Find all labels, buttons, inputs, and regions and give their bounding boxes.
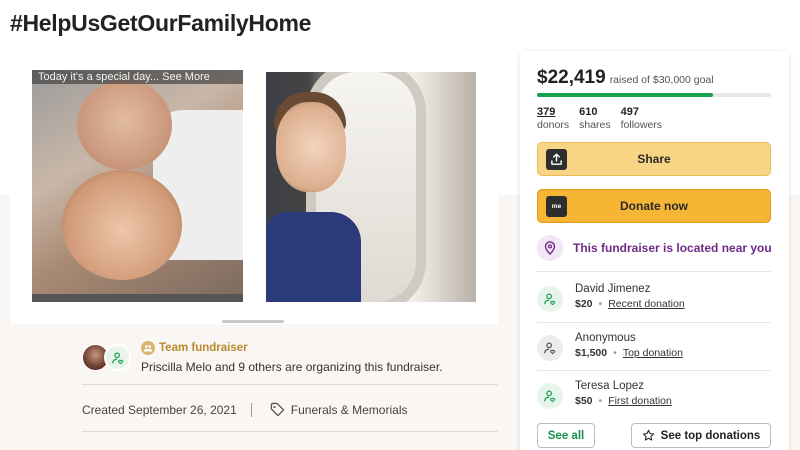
amount-raised: $22,419 raised of $30,000 goal (537, 67, 714, 89)
donation-amount: $20 (575, 298, 593, 310)
progress-fill (537, 93, 713, 97)
meta-separator (250, 402, 252, 417)
photo-child-head-shape (276, 102, 346, 192)
donor-name: David Jimenez (575, 283, 651, 295)
donation-item: Anonymous $1,500 • Top donation (537, 332, 683, 361)
see-top-donations-button[interactable]: See top donations (631, 423, 771, 448)
created-date: Created September 26, 2021 (82, 402, 237, 417)
stat-shares: 610 shares (579, 106, 611, 131)
photo-bottom-bar (32, 294, 243, 302)
category-link[interactable]: Funerals & Memorials (291, 403, 408, 417)
team-icon (141, 341, 155, 355)
goal-text: raised of $30,000 goal (609, 74, 714, 86)
gofundme-icon: me (546, 196, 567, 217)
separator-dot: • (598, 395, 603, 407)
see-top-donations-label: See top donations (660, 429, 761, 442)
donation-type-link[interactable]: Recent donation (608, 298, 684, 310)
donation-sidebar: $22,419 raised of $30,000 goal 379 donor… (520, 51, 789, 450)
organizers-summary: Priscilla Melo and 9 others are organizi… (141, 360, 443, 374)
donation-amount: $50 (575, 395, 593, 407)
team-fundraiser-text: Team fundraiser (159, 342, 248, 354)
donation-type-link[interactable]: Top donation (623, 347, 683, 359)
donation-type-link[interactable]: First donation (608, 395, 672, 407)
separator-dot: • (613, 347, 617, 359)
person-heart-icon (111, 351, 123, 364)
stat-label: donors (537, 119, 570, 131)
donor-name: Teresa Lopez (575, 380, 645, 392)
donor-heart-icon (537, 383, 563, 409)
see-all-button[interactable]: See all (537, 423, 595, 448)
stat-value: 497 (620, 106, 639, 118)
donation-item: David Jimenez $20 • Recent donation (537, 283, 685, 312)
sidebar-divider (537, 271, 771, 272)
gofundme-icon-text: me (551, 203, 562, 210)
stat-label: shares (579, 119, 611, 131)
sidebar-divider (537, 370, 771, 371)
media-gallery[interactable]: Today it's a special day... See More (10, 50, 498, 324)
section-divider (82, 431, 498, 432)
progress-bar (537, 93, 771, 97)
donor-heart-icon (537, 286, 563, 312)
star-icon (642, 429, 654, 441)
gallery-scroll-indicator[interactable] (222, 320, 284, 323)
stat-label: followers (620, 119, 663, 131)
location-notice: This fundraiser is located near you (537, 235, 772, 261)
donate-button[interactable]: me Donate now (537, 189, 771, 223)
campaign-title: #HelpUsGetOurFamilyHome (10, 10, 312, 36)
stat-value: 379 (537, 106, 556, 118)
photo-caption-overlay: Today it's a special day... See More (32, 70, 243, 84)
child-photo[interactable] (266, 72, 476, 302)
family-photo[interactable]: Today it's a special day... See More (32, 70, 243, 302)
photo-child-shirt-shape (266, 212, 361, 302)
stat-value: 610 (579, 106, 598, 118)
stat-donors[interactable]: 379 donors (537, 106, 569, 131)
donation-item: Teresa Lopez $50 • First donation (537, 380, 672, 409)
section-divider (82, 384, 498, 385)
team-fundraiser-label: Team fundraiser (141, 341, 248, 355)
stat-followers: 497 followers (621, 106, 662, 131)
photo-woman-shape (62, 170, 182, 280)
share-button-label: Share (637, 152, 671, 166)
tag-icon (270, 402, 285, 417)
photo-man-shape (77, 80, 172, 170)
donor-anonymous-icon (537, 335, 563, 361)
separator-dot: • (598, 298, 603, 310)
donor-name: Anonymous (575, 332, 636, 344)
location-text: This fundraiser is located near you (573, 241, 772, 255)
location-pin-icon (537, 235, 563, 261)
donation-amount: $1,500 (575, 347, 608, 359)
share-button[interactable]: Share (537, 142, 771, 176)
share-icon (546, 149, 567, 170)
co-organizer-avatar[interactable] (104, 344, 131, 371)
campaign-stats: 379 donors 610 shares 497 followers (537, 106, 662, 131)
raised-amount: $22,419 (537, 67, 606, 88)
sidebar-divider (537, 322, 771, 323)
donate-button-label: Donate now (620, 199, 688, 213)
campaign-meta: Created September 26, 2021 Funerals & Me… (82, 402, 407, 417)
